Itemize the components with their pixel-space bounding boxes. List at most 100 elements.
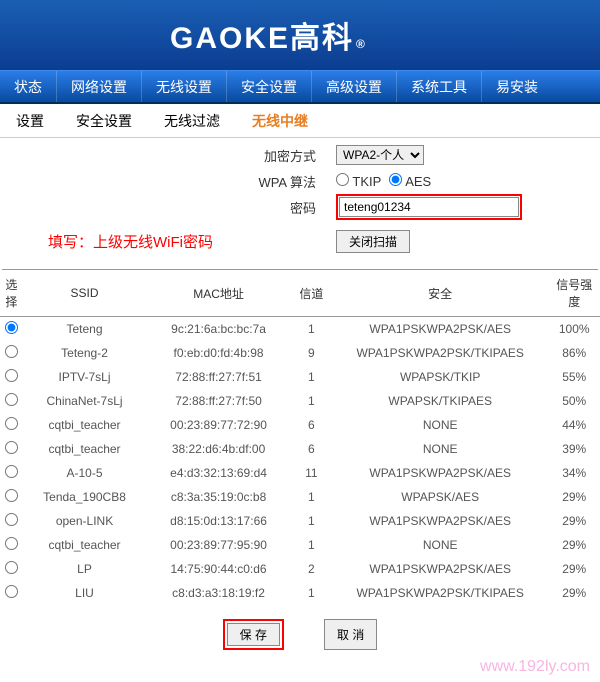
row-select-radio[interactable] <box>5 561 18 574</box>
watermark: www.192ly.com <box>0 658 600 682</box>
sub-nav: 设置 安全设置 无线过滤 无线中继 <box>0 104 600 138</box>
cell-mac: c8:d3:a3:18:19:f2 <box>146 581 290 605</box>
col-security: 安全 <box>332 270 548 317</box>
cell-mac: 14:75:90:44:c0:d6 <box>146 557 290 581</box>
table-row: ChinaNet-7sLj72:88:ff:27:7f:501WPAPSK/TK… <box>0 389 600 413</box>
cell-security: WPA1PSKWPA2PSK/AES <box>332 317 548 342</box>
cell-ssid: cqtbi_teacher <box>23 533 147 557</box>
cell-security: WPAPSK/TKIPAES <box>332 389 548 413</box>
cell-ssid: cqtbi_teacher <box>23 437 147 461</box>
pwd-highlight <box>336 194 522 220</box>
cell-ssid: A-10-5 <box>23 461 147 485</box>
wifi-table: 选择 SSID MAC地址 信道 安全 信号强度 Teteng9c:21:6a:… <box>0 270 600 605</box>
row-select-radio[interactable] <box>5 441 18 454</box>
form-area: 加密方式 WPA2-个人 WPA 算法 TKIP AES 密码 填写：上级无线W… <box>0 138 600 261</box>
cell-mac: 72:88:ff:27:7f:50 <box>146 389 290 413</box>
cell-signal: 29% <box>548 509 600 533</box>
cell-signal: 39% <box>548 437 600 461</box>
cell-signal: 50% <box>548 389 600 413</box>
row-select-radio[interactable] <box>5 513 18 526</box>
row-select-radio[interactable] <box>5 345 18 358</box>
cell-channel: 9 <box>291 341 332 365</box>
nav-security[interactable]: 安全设置 <box>227 71 311 102</box>
table-row: A-10-5e4:d3:32:13:69:d411WPA1PSKWPA2PSK/… <box>0 461 600 485</box>
cell-channel: 1 <box>291 317 332 342</box>
cell-channel: 1 <box>291 485 332 509</box>
algo-label: WPA 算法 <box>0 172 324 191</box>
cell-signal: 34% <box>548 461 600 485</box>
subnav-settings[interactable]: 设置 <box>0 111 60 131</box>
cell-mac: d8:15:0d:13:17:66 <box>146 509 290 533</box>
logo-cn: 高科 <box>290 13 354 57</box>
cell-mac: 72:88:ff:27:7f:51 <box>146 365 290 389</box>
table-row: LP14:75:90:44:c0:d62WPA1PSKWPA2PSK/AES29… <box>0 557 600 581</box>
pwd-input[interactable] <box>339 197 519 217</box>
cell-ssid: Tenda_190CB8 <box>23 485 147 509</box>
pwd-label: 密码 <box>0 198 324 217</box>
cell-signal: 29% <box>548 533 600 557</box>
table-row: LIUc8:d3:a3:18:19:f21WPA1PSKWPA2PSK/TKIP… <box>0 581 600 605</box>
row-select-radio[interactable] <box>5 369 18 382</box>
nav-advanced[interactable]: 高级设置 <box>312 71 396 102</box>
cell-signal: 100% <box>548 317 600 342</box>
cell-signal: 86% <box>548 341 600 365</box>
cell-ssid: LP <box>23 557 147 581</box>
row-select-radio[interactable] <box>5 537 18 550</box>
main-nav: 状态 网络设置 无线设置 安全设置 高级设置 系统工具 易安装 <box>0 70 600 104</box>
subnav-security[interactable]: 安全设置 <box>60 111 148 131</box>
row-select-radio[interactable] <box>5 489 18 502</box>
cell-signal: 29% <box>548 581 600 605</box>
cell-mac: e4:d3:32:13:69:d4 <box>146 461 290 485</box>
cell-signal: 29% <box>548 557 600 581</box>
cell-channel: 11 <box>291 461 332 485</box>
row-select-radio[interactable] <box>5 585 18 598</box>
cancel-button[interactable]: 取 消 <box>324 619 377 650</box>
algo-aes-option[interactable]: AES <box>389 173 431 189</box>
cell-channel: 6 <box>291 437 332 461</box>
cell-ssid: IPTV-7sLj <box>23 365 147 389</box>
subnav-repeater[interactable]: 无线中继 <box>236 111 324 131</box>
cell-ssid: LIU <box>23 581 147 605</box>
nav-status[interactable]: 状态 <box>0 71 56 102</box>
nav-network[interactable]: 网络设置 <box>57 71 141 102</box>
col-signal: 信号强度 <box>548 270 600 317</box>
table-row: Teteng-2f0:eb:d0:fd:4b:989WPA1PSKWPA2PSK… <box>0 341 600 365</box>
cell-signal: 44% <box>548 413 600 437</box>
algo-tkip-option[interactable]: TKIP <box>336 173 381 189</box>
row-select-radio[interactable] <box>5 321 18 334</box>
cell-security: NONE <box>332 533 548 557</box>
logo-reg: ® <box>356 37 367 51</box>
subnav-filter[interactable]: 无线过滤 <box>148 111 236 131</box>
cell-ssid: Teteng-2 <box>23 341 147 365</box>
cell-security: WPA1PSKWPA2PSK/AES <box>332 557 548 581</box>
save-button[interactable]: 保 存 <box>227 623 280 646</box>
nav-wireless[interactable]: 无线设置 <box>142 71 226 102</box>
cell-security: WPAPSK/TKIP <box>332 365 548 389</box>
cell-security: WPA1PSKWPA2PSK/TKIPAES <box>332 341 548 365</box>
cell-mac: 9c:21:6a:bc:bc:7a <box>146 317 290 342</box>
table-row: IPTV-7sLj72:88:ff:27:7f:511WPAPSK/TKIP55… <box>0 365 600 389</box>
cell-mac: 38:22:d6:4b:df:00 <box>146 437 290 461</box>
cell-mac: 00:23:89:77:72:90 <box>146 413 290 437</box>
action-bar: 保 存 取 消 <box>0 605 600 658</box>
col-channel: 信道 <box>291 270 332 317</box>
encrypt-label: 加密方式 <box>0 146 324 165</box>
row-select-radio[interactable] <box>5 393 18 406</box>
nav-system[interactable]: 系统工具 <box>397 71 481 102</box>
cell-security: WPA1PSKWPA2PSK/AES <box>332 509 548 533</box>
encrypt-select[interactable]: WPA2-个人 <box>336 145 424 165</box>
cell-channel: 1 <box>291 389 332 413</box>
cell-channel: 1 <box>291 533 332 557</box>
cell-security: NONE <box>332 413 548 437</box>
row-select-radio[interactable] <box>5 465 18 478</box>
nav-easy[interactable]: 易安装 <box>482 71 552 102</box>
cell-mac: 00:23:89:77:95:90 <box>146 533 290 557</box>
row-select-radio[interactable] <box>5 417 18 430</box>
cell-channel: 6 <box>291 413 332 437</box>
close-scan-button[interactable]: 关闭扫描 <box>336 230 410 253</box>
cell-signal: 29% <box>548 485 600 509</box>
logo: GAOKE 高科 ® <box>170 13 367 57</box>
table-row: open-LINKd8:15:0d:13:17:661WPA1PSKWPA2PS… <box>0 509 600 533</box>
header-banner: GAOKE 高科 ® <box>0 0 600 70</box>
table-row: cqtbi_teacher38:22:d6:4b:df:006NONE39% <box>0 437 600 461</box>
